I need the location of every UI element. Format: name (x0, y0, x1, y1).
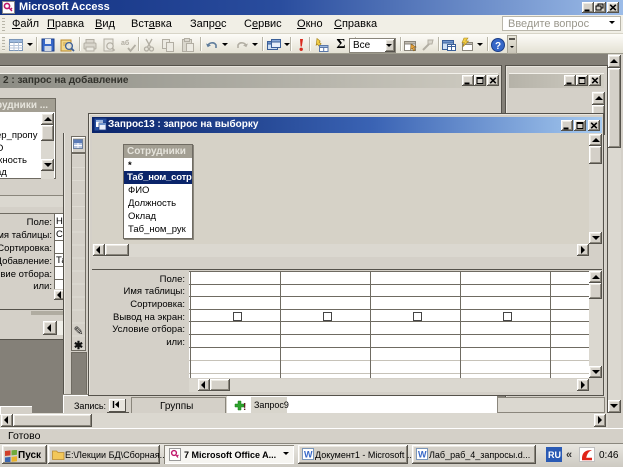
svg-text:!: ! (243, 402, 246, 412)
svg-text:?: ? (495, 41, 501, 52)
svg-text:W: W (418, 450, 427, 460)
svg-text:W: W (304, 450, 313, 460)
svg-text:аб: аб (121, 39, 130, 47)
